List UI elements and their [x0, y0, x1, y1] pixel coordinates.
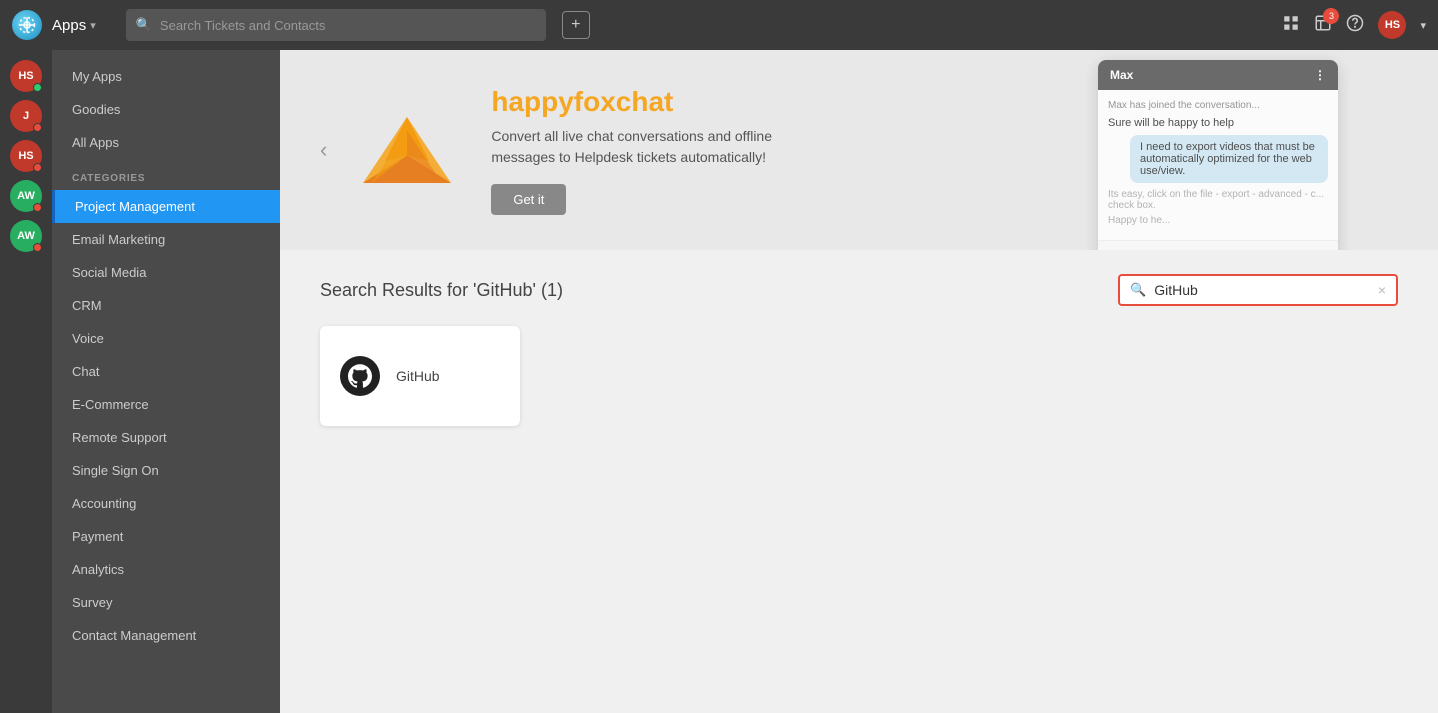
categories-label: CATEGORIES: [52, 159, 280, 190]
search-clear-button[interactable]: ×: [1378, 282, 1386, 298]
dropdown-chevron-icon[interactable]: ▾: [1420, 19, 1426, 32]
avatar-rail: HS J HS AW AW: [0, 50, 52, 713]
sidebar-item-sso[interactable]: Single Sign On: [52, 454, 280, 487]
app-logo: [12, 10, 42, 40]
github-icon: [340, 356, 380, 396]
sidebar-item-social-media[interactable]: Social Media: [52, 256, 280, 289]
add-button[interactable]: +: [562, 11, 590, 39]
chat-type-msg: Type your message here: [1110, 249, 1231, 250]
status-dot: [33, 123, 42, 132]
chat-happy-msg: Happy to he...: [1108, 215, 1328, 226]
apps-grid: GitHub: [320, 326, 1398, 426]
sidebar-item-contact-management[interactable]: Contact Management: [52, 619, 280, 652]
status-dot: [33, 243, 42, 252]
sidebar-item-chat[interactable]: Chat: [52, 355, 280, 388]
sidebar-item-survey[interactable]: Survey: [52, 586, 280, 619]
help-icon[interactable]: [1346, 14, 1364, 37]
search-results-title: Search Results for 'GitHub' (1): [320, 280, 563, 301]
app-title-text: Apps: [52, 17, 86, 34]
sidebar-item-crm[interactable]: CRM: [52, 289, 280, 322]
hero-prev-arrow[interactable]: ‹: [320, 137, 327, 163]
sidebar-item-ecommerce[interactable]: E-Commerce: [52, 388, 280, 421]
chevron-down-icon: ▾: [90, 19, 96, 32]
rail-avatar-3[interactable]: AW: [10, 180, 42, 212]
hero-banner: ‹ happyfoxchat Co: [280, 50, 1438, 250]
chat-join-msg: Max has joined the conversation...: [1108, 100, 1328, 111]
grid-icon[interactable]: [1282, 14, 1300, 37]
sidebar-item-my-apps[interactable]: My Apps: [52, 60, 280, 93]
status-dot: [33, 163, 42, 172]
notification-badge: 3: [1323, 8, 1339, 24]
status-dot: [33, 203, 42, 212]
main-content: ‹ happyfoxchat Co: [280, 50, 1438, 713]
sidebar-item-voice[interactable]: Voice: [52, 322, 280, 355]
sidebar-item-accounting[interactable]: Accounting: [52, 487, 280, 520]
hero-brand-suffix: chat: [616, 86, 674, 117]
hero-app-logo: [347, 90, 467, 210]
chat-msg-1: Sure will be happy to help: [1108, 117, 1328, 129]
app-card-github[interactable]: GitHub: [320, 326, 520, 426]
hero-preview: Max ⋮ Max has joined the conversation...…: [1018, 60, 1418, 250]
rail-avatar-1[interactable]: J: [10, 100, 42, 132]
search-box-input[interactable]: [1154, 282, 1370, 298]
sidebar-item-payment[interactable]: Payment: [52, 520, 280, 553]
sidebar-item-email-marketing[interactable]: Email Marketing: [52, 223, 280, 256]
app-card-github-name: GitHub: [396, 368, 440, 384]
hero-description: Convert all live chat conversations and …: [491, 126, 811, 168]
app-header: Apps ▾ 🔍 + 3 HS ▾: [0, 0, 1438, 50]
chat-footer-hint: Its easy, click on the file - export - a…: [1108, 189, 1328, 211]
app-title[interactable]: Apps ▾: [52, 17, 96, 34]
status-dot: [33, 83, 42, 92]
rail-avatar-0[interactable]: HS: [10, 60, 42, 92]
search-input[interactable]: [160, 18, 536, 33]
main-layout: HS J HS AW AW My Apps Goodies All Apps C…: [0, 50, 1438, 713]
chat-header-name: Max: [1110, 68, 1133, 82]
sidebar-item-all-apps[interactable]: All Apps: [52, 126, 280, 159]
sidebar: My Apps Goodies All Apps CATEGORIES Proj…: [52, 50, 280, 713]
sidebar-item-project-management[interactable]: Project Management: [52, 190, 280, 223]
hero-brand-prefix: happyfox: [491, 86, 615, 117]
search-results-section: Search Results for 'GitHub' (1) 🔍 × GitH…: [280, 250, 1438, 450]
search-box[interactable]: 🔍 ×: [1118, 274, 1398, 306]
search-results-header: Search Results for 'GitHub' (1) 🔍 ×: [320, 274, 1398, 306]
user-avatar[interactable]: HS: [1378, 11, 1406, 39]
get-it-button[interactable]: Get it: [491, 184, 566, 215]
sidebar-item-analytics[interactable]: Analytics: [52, 553, 280, 586]
sidebar-item-goodies[interactable]: Goodies: [52, 93, 280, 126]
global-search[interactable]: 🔍: [126, 9, 546, 41]
rail-avatar-4[interactable]: AW: [10, 220, 42, 252]
rail-avatar-2[interactable]: HS: [10, 140, 42, 172]
search-box-icon: 🔍: [1130, 282, 1146, 298]
header-right: 3 HS ▾: [1282, 11, 1426, 39]
chat-msg-bubble: I need to export videos that must be aut…: [1130, 135, 1328, 183]
sidebar-item-remote-support[interactable]: Remote Support: [52, 421, 280, 454]
chart-icon[interactable]: 3: [1314, 14, 1332, 37]
search-icon: 🔍: [136, 17, 152, 33]
